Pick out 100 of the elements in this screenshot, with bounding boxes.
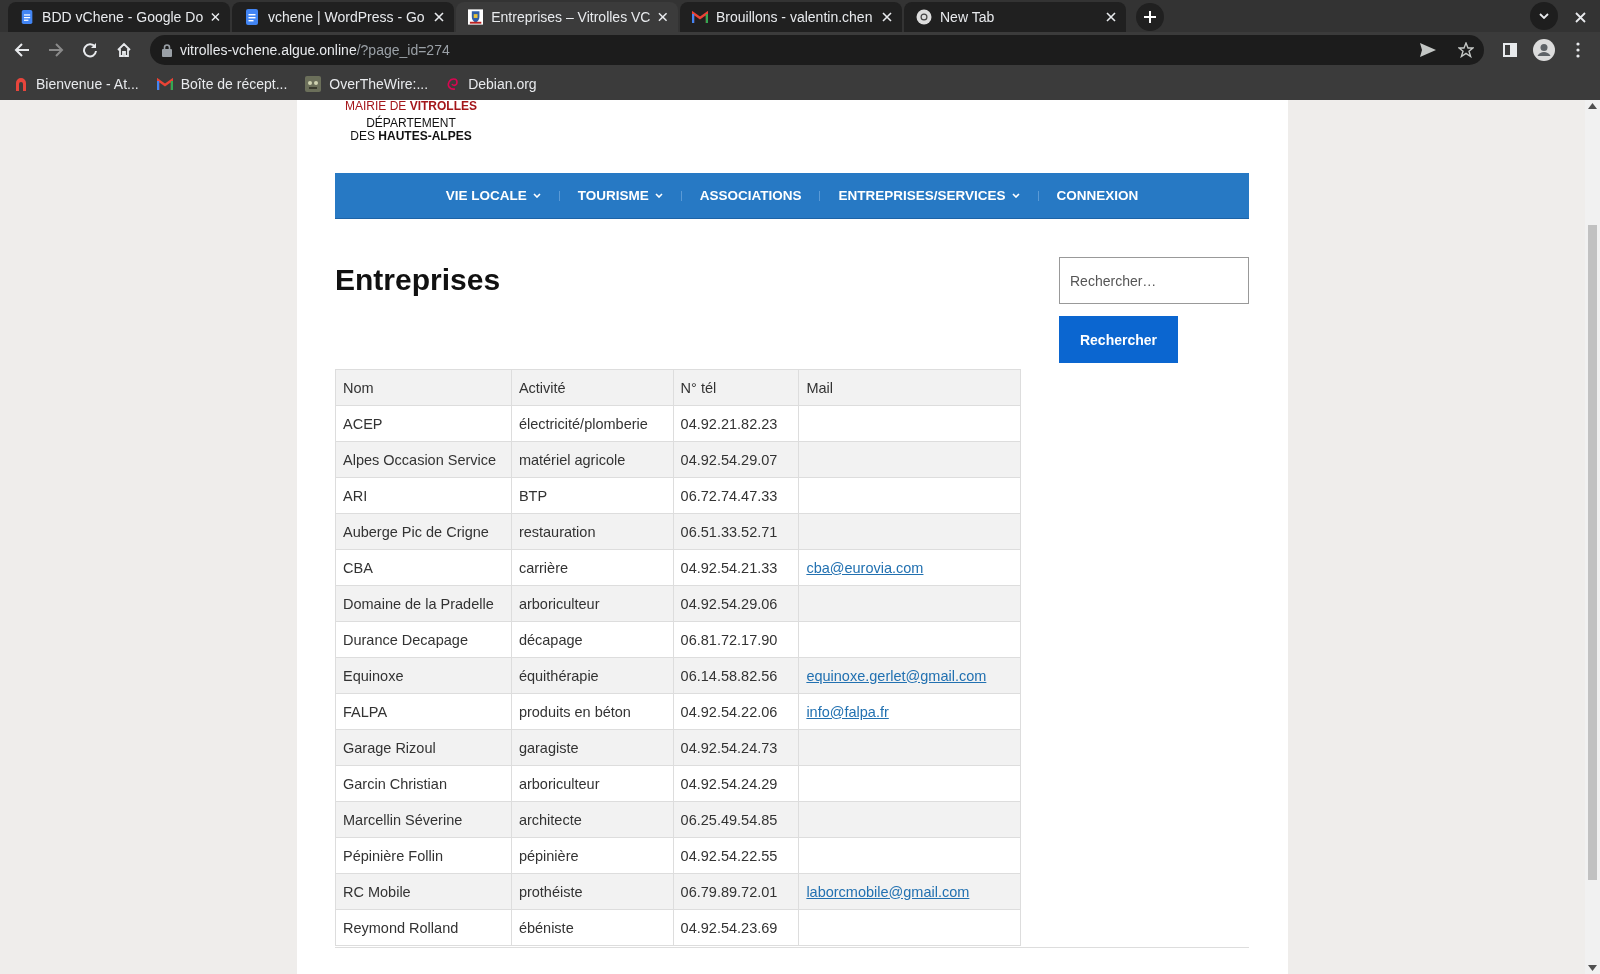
activity-cell: prothéiste (511, 873, 674, 910)
activity-cell: équithérapie (511, 657, 674, 694)
phone-number: 06.25.49.54.85 (673, 801, 799, 838)
company-name: Reymond Rolland (335, 909, 512, 946)
mail-icon (692, 11, 708, 23)
company-name: Auberge Pic de Crigne (335, 513, 512, 550)
activity-cell: électricité/plomberie (511, 405, 674, 442)
close-icon (1574, 11, 1586, 23)
nav-link[interactable]: ASSOCIATIONS (693, 187, 808, 204)
company-name: ACEP (335, 405, 512, 442)
browser-tab[interactable]: Entreprises – Vitrolles VC (456, 2, 678, 32)
company-name: Marcellin Séverine (335, 801, 512, 838)
document-icon (20, 9, 35, 25)
close-icon[interactable] (434, 12, 444, 22)
chevron-down-icon (532, 193, 541, 198)
close-icon[interactable] (882, 12, 892, 22)
mail-icon (156, 78, 173, 90)
activity-cell: BTP (511, 477, 674, 514)
phone-number: 04.92.54.22.55 (673, 837, 799, 874)
chevron-down-icon (1011, 193, 1020, 198)
company-name: Domaine de la Pradelle (335, 585, 512, 622)
activity-cell: produits en béton (511, 693, 674, 730)
search-field[interactable]: Rechercher… (1059, 257, 1249, 304)
bookmark[interactable]: Bienvenue - At... (12, 76, 141, 92)
column-header: Activité (511, 369, 674, 406)
browser-logo-icon (916, 9, 932, 25)
creature-icon (305, 76, 322, 92)
url-host: vitrolles-vchene.algue.online (180, 42, 357, 58)
close-icon[interactable] (658, 12, 668, 22)
activity-cell: architecte (511, 801, 674, 838)
company-name: Garage Rizoul (335, 729, 512, 766)
phone-number: 04.92.21.82.23 (673, 405, 799, 442)
phone-number: 04.92.54.22.06 (673, 693, 799, 730)
close-icon[interactable] (1106, 12, 1116, 22)
url-path: /?page_id=274 (356, 42, 450, 58)
down-arrow-icon[interactable] (1588, 965, 1597, 971)
phone-number: 04.92.54.29.07 (673, 441, 799, 478)
lock-icon (162, 43, 172, 57)
plus-icon (1144, 11, 1156, 23)
tab-search-button[interactable] (1530, 2, 1558, 30)
activity-cell: arboriculteur (511, 765, 674, 802)
activity-cell: décapage (511, 621, 674, 658)
company-name: Alpes Occasion Service (335, 441, 512, 478)
company-name: Equinoxe (335, 657, 512, 694)
bookmark[interactable]: Boîte de récept... (154, 76, 290, 92)
nav-link[interactable]: ENTREPRISES/SERVICES (832, 187, 1026, 204)
star-icon[interactable] (1458, 42, 1474, 58)
close-icon[interactable] (211, 12, 220, 22)
avatar-icon (1533, 39, 1555, 61)
search-button[interactable]: Rechercher (1059, 316, 1178, 363)
new-tab-button[interactable] (1136, 3, 1164, 31)
column-header: Mail (798, 369, 1021, 406)
phone-number: 04.92.54.24.29 (673, 765, 799, 802)
logo-subtitle: DÉPARTEMENT (365, 117, 457, 130)
phone-number: 06.14.58.82.56 (673, 657, 799, 694)
phone-number: 06.51.33.52.71 (673, 513, 799, 550)
document-icon (244, 9, 260, 25)
side-panel-icon (1503, 43, 1517, 57)
logo-subtitle: DES HAUTES-ALPES (349, 130, 473, 143)
swirl-icon (446, 76, 461, 92)
phone-number: 04.92.54.29.06 (673, 585, 799, 622)
scroll-thumb[interactable] (1588, 225, 1597, 880)
activity-cell: ébéniste (511, 909, 674, 946)
phone-number: 06.79.89.72.01 (673, 873, 799, 910)
browser-tab[interactable]: Brouillons - valentin.chen (680, 2, 902, 32)
nav-link[interactable]: CONNEXION (1050, 187, 1145, 204)
activity-cell: restauration (511, 513, 674, 550)
home-icon (116, 42, 132, 58)
activity-cell: garagiste (511, 729, 674, 766)
nav-link[interactable]: TOURISME (571, 187, 669, 204)
company-name: CBA (335, 549, 512, 586)
company-name: Pépinière Follin (335, 837, 512, 874)
menu-icon (1576, 42, 1580, 58)
nav-link[interactable]: VIE LOCALE (439, 187, 547, 204)
shield-icon (468, 9, 484, 25)
browser-tab[interactable]: vchene | WordPress - Go (232, 2, 454, 32)
column-header: N° tél (673, 369, 799, 406)
phone-number: 06.81.72.17.90 (673, 621, 799, 658)
browser-tab[interactable]: BDD vChene - Google Do (8, 2, 230, 32)
company-name: FALPA (335, 693, 512, 730)
forward-arrow-icon (48, 42, 64, 58)
send-icon (1420, 43, 1436, 57)
reload-icon (82, 42, 98, 58)
arch-icon (14, 77, 28, 91)
phone-number: 06.72.74.47.33 (673, 477, 799, 514)
logo-title: MAIRIE DE VITROLLES (345, 100, 477, 113)
email-link[interactable]: info@falpa.fr (806, 703, 889, 720)
phone-number: 04.92.54.24.73 (673, 729, 799, 766)
browser-tab[interactable]: New Tab (904, 2, 1126, 32)
phone-number: 04.92.54.23.69 (673, 909, 799, 946)
address-bar[interactable]: vitrolles-vchene.algue.online/?page_id=274 (150, 35, 1484, 65)
bookmark[interactable]: Debian.org (444, 76, 539, 92)
activity-cell: pépinière (511, 837, 674, 874)
back-arrow-icon (14, 42, 30, 58)
bookmark[interactable]: OverTheWire:... (303, 76, 431, 92)
profile-button[interactable] (1530, 36, 1558, 64)
column-header: Nom (335, 369, 512, 406)
scrollbar[interactable] (1585, 100, 1600, 974)
up-arrow-icon[interactable] (1588, 103, 1597, 109)
company-name: Durance Decapage (335, 621, 512, 658)
